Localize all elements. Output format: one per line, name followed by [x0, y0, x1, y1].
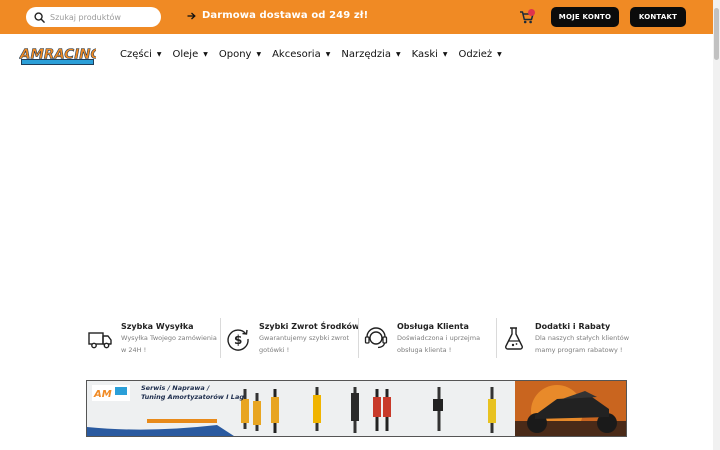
nav-item-label: Odzież — [458, 49, 493, 60]
scrollbar-track[interactable] — [713, 0, 720, 450]
account-button[interactable]: MOJE KONTO — [551, 7, 619, 27]
nav-item-czesci[interactable]: Części ▼ — [120, 49, 162, 60]
feature-title: Szybki Zwrot Środków — [259, 322, 360, 331]
features-row: Szybka Wysyłka Wysyłka Twojego zamówieni… — [82, 318, 634, 360]
feature-refund: $ Szybki Zwrot Środków Gwarantujemy szyb… — [220, 318, 360, 360]
promo-banner: Darmowa dostawa od 249 zł! — [187, 10, 368, 21]
nav-item-oleje[interactable]: Oleje ▼ — [173, 49, 208, 60]
feature-title: Szybka Wysyłka — [121, 322, 194, 331]
nav-item-label: Opony — [218, 49, 252, 60]
svg-text:AMRACING.PL: AMRACING.PL — [19, 47, 96, 63]
caret-down-icon: ▼ — [395, 51, 401, 58]
nav-item-kaski[interactable]: Kaski ▼ — [412, 49, 448, 60]
search-input[interactable] — [50, 12, 150, 22]
caret-down-icon: ▼ — [442, 51, 448, 58]
banner-line-2: Tuning Amortyzatorów I Lag — [141, 393, 244, 401]
nav-item-opony[interactable]: Opony ▼ — [219, 49, 261, 60]
headset-icon — [364, 327, 388, 349]
feature-desc: Doświadczona i uprzejma obsługa klienta … — [397, 334, 481, 354]
divider — [496, 318, 497, 358]
arrow-right-icon — [187, 12, 196, 19]
truck-icon — [88, 332, 112, 349]
main-nav: Części ▼ Oleje ▼ Opony ▼ Akcesoria ▼ Narzędz… — [120, 49, 513, 60]
nav-item-akcesoria[interactable]: Akcesoria ▼ — [272, 49, 330, 60]
caret-down-icon: ▼ — [497, 51, 502, 58]
top-bar: Darmowa dostawa od 249 zł! MOJE KONTO KO… — [0, 0, 713, 34]
promo-text: Darmowa dostawa od 249 zł! — [202, 10, 369, 21]
contact-button[interactable]: KONTAKT — [630, 7, 686, 27]
feature-support: Obsługa Klienta Doświadczona i uprzejma … — [358, 318, 496, 360]
nav-item-label: Części — [120, 49, 152, 60]
feature-discounts: Dodatki i Rabaty Dla naszych stałych kli… — [496, 318, 634, 360]
money-return-icon: $ — [227, 329, 249, 351]
svg-text:$: $ — [234, 333, 242, 347]
nav-item-label: Akcesoria — [272, 49, 321, 60]
search-box[interactable] — [26, 7, 161, 27]
banner-text: Serwis / Naprawa / Tuning Amortyzatorów … — [141, 384, 244, 402]
search-icon[interactable] — [34, 11, 45, 23]
page: Darmowa dostawa od 249 zł! MOJE KONTO KO… — [0, 0, 720, 450]
feature-desc: Dla naszych stałych klientów mamy progra… — [535, 334, 630, 354]
nav-item-label: Kaski — [411, 49, 438, 60]
caret-down-icon: ▼ — [256, 51, 262, 58]
service-banner[interactable]: AM Serwis / Naprawa / Tuning Amortyzator… — [86, 380, 627, 437]
scrollbar-thumb[interactable] — [714, 8, 719, 60]
caret-down-icon: ▼ — [156, 51, 162, 58]
svg-text:AM: AM — [93, 389, 112, 400]
banner-line-1: Serwis / Naprawa / — [141, 384, 210, 392]
nav-item-label: Oleje — [172, 49, 199, 60]
feature-desc: Wysyłka Twojego zamówienia w 24H ! — [121, 334, 217, 354]
divider — [220, 318, 221, 358]
feature-title: Obsługa Klienta — [397, 322, 469, 331]
nav-item-narzedzia[interactable]: Narzędzia ▼ — [341, 49, 400, 60]
nav-item-label: Narzędzia — [341, 49, 391, 60]
site-logo[interactable]: AMRACING.PL — [19, 43, 96, 67]
feature-desc: Gwarantujemy szybki zwrot gotówki ! — [259, 334, 350, 354]
cart-badge — [528, 9, 535, 16]
caret-down-icon: ▼ — [203, 51, 208, 58]
nav-item-odziez[interactable]: Odzież ▼ — [459, 49, 502, 60]
feature-title: Dodatki i Rabaty — [535, 322, 611, 331]
gift-icon — [505, 327, 523, 350]
caret-down-icon: ▼ — [325, 51, 331, 58]
divider — [358, 318, 359, 358]
feature-shipping: Szybka Wysyłka Wysyłka Twojego zamówieni… — [82, 318, 220, 360]
